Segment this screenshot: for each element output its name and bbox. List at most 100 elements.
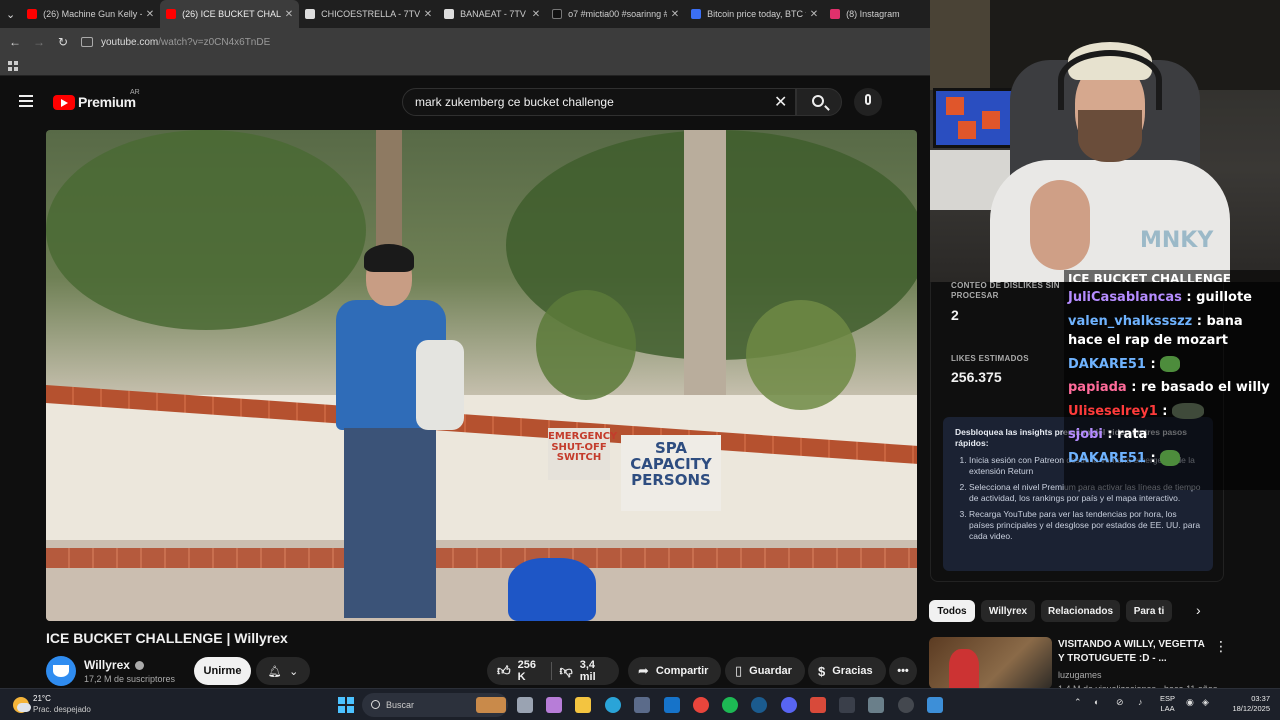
join-button[interactable]: Unirme [194, 657, 251, 685]
stream-chat-overlay: ICE BUCKET CHALLENGE JuliCasablancas : g… [1064, 270, 1280, 490]
discord-icon[interactable] [781, 697, 797, 713]
channel-name[interactable]: Willyrex [84, 658, 144, 672]
7tv-favicon-icon [444, 9, 455, 19]
chip-todos[interactable]: Todos [929, 600, 975, 622]
like-count[interactable]: 256 K [518, 659, 543, 683]
tab-search-chevron-icon[interactable]: ⌄ [0, 0, 21, 28]
search-highlight-icon[interactable] [476, 697, 506, 713]
app-icon[interactable] [868, 697, 884, 713]
search-button[interactable] [796, 88, 842, 116]
menu-icon[interactable] [19, 95, 33, 107]
clear-search-icon[interactable]: ✕ [774, 92, 787, 112]
channel-avatar[interactable] [46, 656, 76, 686]
tray-app-icon[interactable]: ◐ [1094, 697, 1099, 707]
close-tab-icon[interactable]: ✕ [810, 9, 818, 20]
app-icon[interactable] [927, 697, 943, 713]
tray-mic-icon[interactable]: ♪ [1138, 697, 1143, 707]
wide-emote-icon [1172, 403, 1205, 419]
like-dislike-group: 👍︎ 256 K 👎︎ 3,4 mil [487, 657, 619, 685]
outlook-icon[interactable] [664, 697, 680, 713]
headset [1058, 50, 1162, 110]
person-figure [336, 244, 464, 620]
chat-message: papiada : re basado el willy [1068, 380, 1270, 395]
close-tab-icon[interactable]: ✕ [424, 9, 432, 20]
apps-grid-icon[interactable] [8, 61, 18, 71]
related-thumbnail[interactable] [929, 637, 1052, 689]
streamer-shirt [990, 160, 1230, 282]
app-icon[interactable] [839, 697, 855, 713]
emergency-sign: EMERGENCY SHUT-OFF SWITCH [548, 428, 617, 480]
volume-icon[interactable]: ◈ [1202, 697, 1209, 708]
windows-start-icon[interactable] [338, 697, 354, 713]
close-tab-icon[interactable]: ✕ [671, 9, 679, 20]
reload-icon[interactable]: ↻ [51, 35, 75, 49]
browser-tab-6[interactable]: (8) Instagram [824, 0, 932, 28]
browser-tab-strip: ⌄ (26) Machine Gun Kelly - ✕ (26) ICE BU… [0, 0, 932, 28]
tray-app-icon[interactable]: ⊘ [1116, 697, 1124, 708]
chat-message: DAKARE51 : [1068, 449, 1276, 469]
more-actions-button[interactable]: ••• [889, 657, 917, 685]
browser-tab-0[interactable]: (26) Machine Gun Kelly - ✕ [21, 0, 160, 28]
chip-relacionados[interactable]: Relacionados [1041, 600, 1120, 622]
browser-tab-4[interactable]: o7 #mictia00 #soarinng # ✕ [546, 0, 685, 28]
chip-para-ti[interactable]: Para ti [1126, 600, 1172, 622]
7tv-favicon-icon [305, 9, 316, 19]
url-field[interactable]: youtube.com/watch?v=z0CN4x6TnDE [81, 37, 270, 48]
file-explorer-icon[interactable] [575, 697, 591, 713]
video-player[interactable]: EMERGENCY SHUT-OFF SWITCH SPA CAPACITY P… [46, 130, 917, 621]
coinmarket-favicon-icon [691, 9, 702, 19]
copilot-icon[interactable] [546, 697, 562, 713]
related-title[interactable]: VISITANDO A WILLY, VEGETTA Y TROTUGUETE … [1058, 638, 1208, 666]
related-channel[interactable]: luzugames [1058, 670, 1102, 680]
steam-icon[interactable] [751, 697, 767, 713]
streamer-beard [1078, 110, 1142, 162]
site-info-icon[interactable] [81, 37, 93, 47]
network-icon[interactable]: ◉ [1186, 697, 1194, 708]
input-language[interactable]: ESP LAA [1160, 694, 1175, 714]
save-button[interactable]: ▯ Guardar [725, 657, 805, 685]
close-tab-icon[interactable]: ✕ [285, 9, 293, 20]
dislike-icon[interactable]: 👎︎ [560, 663, 573, 679]
more-horizontal-icon: ••• [897, 665, 909, 677]
store-icon[interactable] [634, 697, 650, 713]
thanks-button[interactable]: $ Gracias [808, 657, 886, 685]
voice-search-button[interactable] [854, 88, 882, 116]
share-button[interactable]: ➦ Compartir [628, 657, 721, 685]
background-monitor [933, 88, 1021, 148]
browser-tab-2[interactable]: CHICOESTRELLA - 7TV ✕ [299, 0, 438, 28]
forward-icon[interactable]: → [27, 35, 51, 49]
url-path: /watch?v=z0CN4x6TnDE [158, 36, 271, 48]
browser-tab-1[interactable]: (26) ICE BUCKET CHALLEN✕ [160, 0, 300, 28]
chrome-icon[interactable] [693, 697, 709, 713]
country-code: AR [130, 89, 140, 96]
dislike-count[interactable]: 3,4 mil [580, 659, 609, 683]
webcam-overlay: MNKY [930, 0, 1280, 282]
temperature[interactable]: 21°C [33, 694, 51, 703]
shirt-logo: MNKY [1140, 228, 1214, 253]
ice-bag [416, 340, 464, 430]
chevron-right-icon[interactable]: › [1196, 602, 1201, 618]
close-tab-icon[interactable]: ✕ [146, 9, 154, 20]
back-icon[interactable]: ← [3, 35, 27, 49]
search-input[interactable]: mark zukemberg ce bucket challenge [402, 88, 796, 116]
close-tab-icon[interactable]: ✕ [532, 9, 540, 20]
browser-tab-5[interactable]: Bitcoin price today, BTC t ✕ [685, 0, 824, 28]
weather-icon[interactable] [13, 697, 31, 713]
like-icon[interactable]: 👍︎ [497, 663, 511, 679]
youtube-logo[interactable]: Premium AR [53, 89, 140, 110]
spotify-icon[interactable] [722, 697, 738, 713]
microphone-icon [865, 94, 871, 105]
tray-chevron-icon[interactable]: ⌃ [1074, 697, 1082, 708]
browser-tab-3[interactable]: BANAEAT - 7TV ✕ [438, 0, 546, 28]
app-icon[interactable] [898, 697, 914, 713]
task-view-icon[interactable] [517, 697, 533, 713]
chip-willyrex[interactable]: Willyrex [981, 600, 1035, 622]
app-icon[interactable] [810, 697, 826, 713]
chevron-down-icon: ⌄ [289, 665, 299, 678]
more-vertical-icon[interactable]: ⋮ [1214, 638, 1228, 655]
edge-icon[interactable] [605, 697, 621, 713]
brand-label: Premium [78, 94, 136, 110]
system-clock[interactable]: 03:37 18/12/2025 [1224, 694, 1270, 714]
notifications-button[interactable]: 🔔︎ ⌄ [256, 657, 310, 685]
weather-description[interactable]: Prac. despejado [33, 705, 91, 714]
